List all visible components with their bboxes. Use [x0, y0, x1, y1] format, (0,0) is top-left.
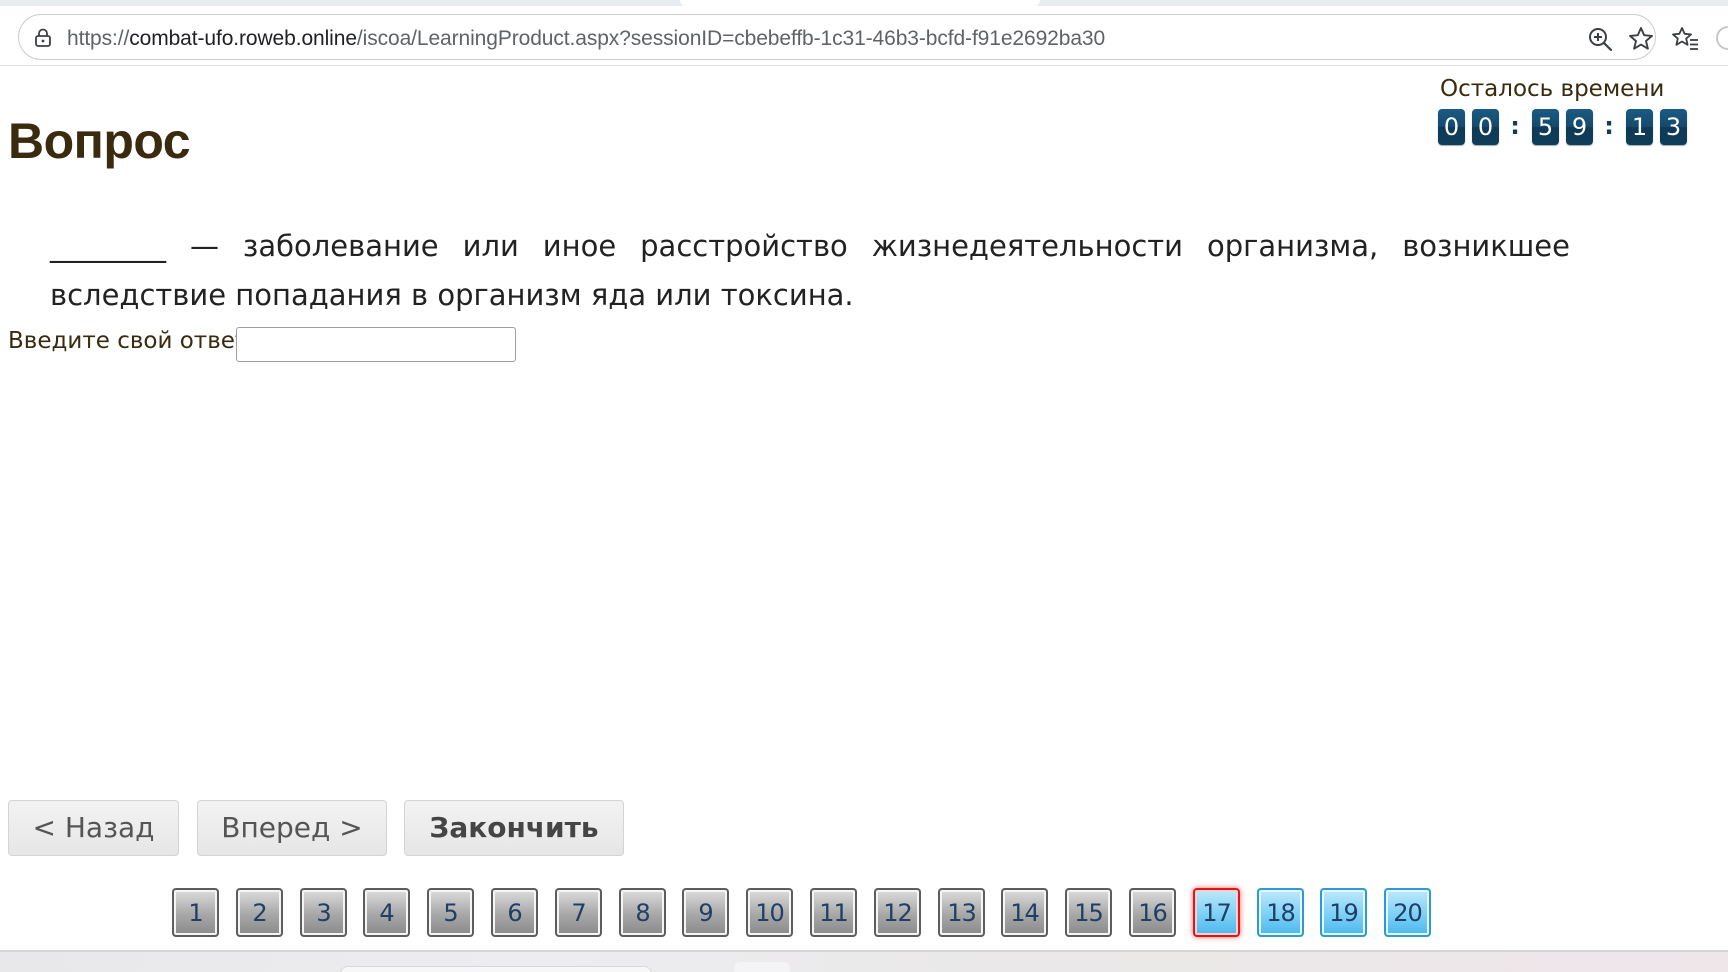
question-page-8-button[interactable]: 8 [619, 888, 666, 937]
profile-avatar[interactable] [1716, 26, 1728, 50]
timer-digit: 1 [1626, 109, 1653, 145]
question-page-16-button[interactable]: 16 [1129, 888, 1176, 937]
question-text: ________ — заболевание или иное расстрой… [50, 229, 1570, 312]
taskbar-item[interactable] [734, 962, 790, 972]
timer-digit: 9 [1566, 109, 1593, 145]
question-page-19-button[interactable]: 19 [1320, 888, 1367, 937]
browser-toolbar: https://combat-ufo.roweb.online/iscoa/Le… [0, 6, 1728, 66]
question-page-10-button[interactable]: 10 [746, 888, 793, 937]
url-path: /iscoa/LearningProduct.aspx?sessionID=cb… [356, 27, 1106, 50]
bookmark-star-icon[interactable] [1627, 25, 1655, 53]
site-info-icon[interactable] [33, 28, 53, 48]
answer-input[interactable] [236, 327, 516, 362]
address-bar[interactable]: https://combat-ufo.roweb.online/iscoa/Le… [18, 14, 1656, 60]
question-page-9-button[interactable]: 9 [682, 888, 729, 937]
back-button[interactable]: < Назад [8, 800, 179, 856]
question-page-3-button[interactable]: 3 [300, 888, 347, 937]
question-page-1-button[interactable]: 1 [172, 888, 219, 937]
timer-digit: 3 [1660, 109, 1687, 145]
taskbar-item[interactable] [340, 966, 652, 972]
timer-separator: : [1604, 112, 1614, 140]
finish-button[interactable]: Закончить [404, 800, 624, 856]
url-scheme: https:// [67, 27, 130, 50]
question-page-4-button[interactable]: 4 [363, 888, 410, 937]
question-page-2-button[interactable]: 2 [236, 888, 283, 937]
question-page-14-button[interactable]: 14 [1001, 888, 1048, 937]
zoom-in-icon[interactable] [1587, 26, 1613, 52]
question-page-20-button[interactable]: 20 [1384, 888, 1431, 937]
page: https://combat-ufo.roweb.online/iscoa/Le… [0, 0, 1728, 972]
question-page-18-button[interactable]: 18 [1257, 888, 1304, 937]
question-page-17-button[interactable]: 17 [1193, 888, 1240, 937]
favorites-icon[interactable] [1670, 24, 1700, 54]
timer-digit: 5 [1532, 109, 1559, 145]
forward-button[interactable]: Вперед > [197, 800, 387, 856]
question-page-13-button[interactable]: 13 [938, 888, 985, 937]
question-page-5-button[interactable]: 5 [427, 888, 474, 937]
question-page-15-button[interactable]: 15 [1065, 888, 1112, 937]
answer-label: Введите свой ответ [8, 328, 249, 354]
url-host: combat-ufo.roweb.online [129, 27, 357, 50]
timer-digit: 0 [1472, 109, 1499, 145]
timer-digit: 0 [1438, 109, 1465, 145]
timer-label: Осталось времени [1440, 76, 1665, 102]
question-page-6-button[interactable]: 6 [491, 888, 538, 937]
page-title: Вопрос [8, 113, 191, 169]
question-pager: 1 2 3 4 5 6 7 8 9 10 11 12 13 14 15 16 17 18 19 20 [0, 888, 1728, 938]
timer-separator: : [1510, 112, 1520, 140]
taskbar-edge [0, 952, 1728, 972]
question-page-12-button[interactable]: 12 [874, 888, 921, 937]
url-text[interactable]: https://combat-ufo.roweb.online/iscoa/Le… [67, 27, 1106, 50]
question-page-7-button[interactable]: 7 [555, 888, 602, 937]
question-page-11-button[interactable]: 11 [810, 888, 857, 937]
